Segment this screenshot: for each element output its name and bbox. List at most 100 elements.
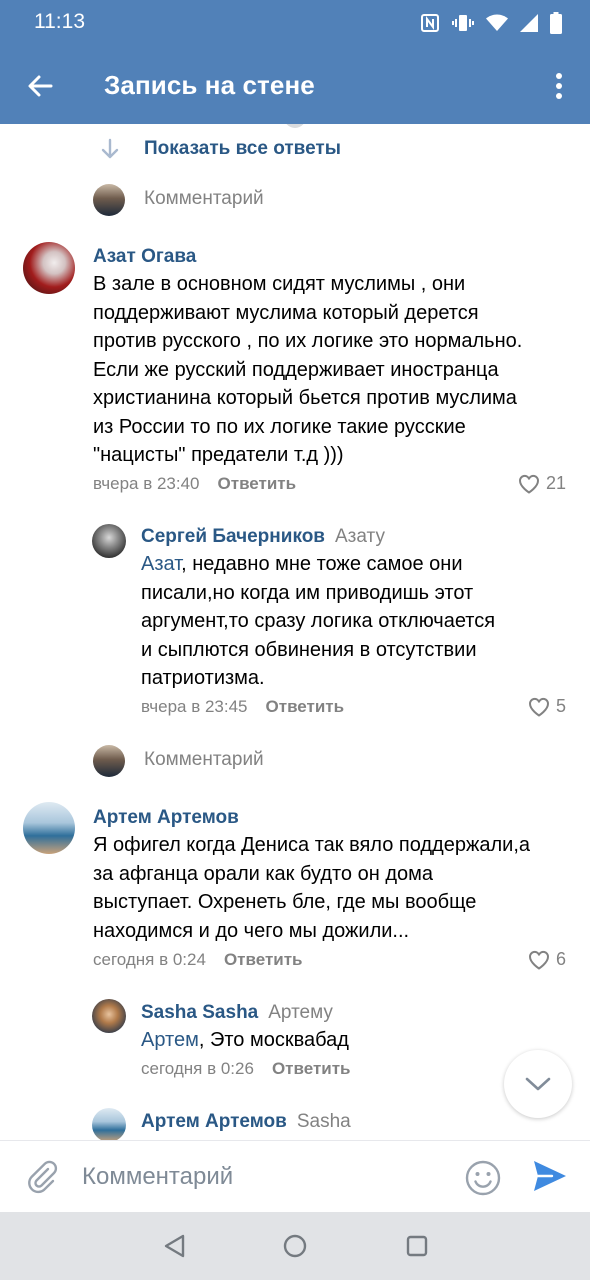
comment-text-line: за афганца орали как будто он дома <box>93 862 433 885</box>
comment-author[interactable]: Сергей Бачерников Азату <box>141 526 385 548</box>
avatar <box>284 124 306 128</box>
avatar <box>92 524 126 558</box>
comment-text: Азат, недавно мне тоже самое они писали,… <box>141 550 495 693</box>
avatar <box>23 802 75 854</box>
back-button[interactable] <box>18 64 62 108</box>
status-icons <box>420 12 562 34</box>
more-vertical-icon <box>556 73 562 99</box>
like-button[interactable]: 5 <box>528 696 566 717</box>
status-time: 11:13 <box>34 10 85 33</box>
comments-list[interactable]: Показать все ответы Комментарий Азат Ога… <box>0 124 590 1140</box>
toolbar: Запись на стене <box>0 46 590 124</box>
page-title: Запись на стене <box>104 70 315 100</box>
avatar <box>23 242 75 294</box>
comment-author-name: Артем Артемов <box>141 1111 287 1132</box>
avatar <box>93 745 125 777</box>
nav-recents-button[interactable] <box>401 1230 433 1262</box>
comment-meta: вчера в 23:45 Ответить <box>141 697 344 717</box>
mention-link[interactable]: Артем <box>141 1029 199 1051</box>
comment-meta: вчера в 23:40 Ответить <box>93 474 296 494</box>
comment-text-line: "нацисты" предатели т.д ))) <box>93 444 344 466</box>
comment-composer <box>0 1140 590 1212</box>
comment-author-name: Сергей Бачерников <box>141 526 325 547</box>
send-icon <box>534 1161 566 1191</box>
more-menu-button[interactable] <box>542 66 576 106</box>
comment-author[interactable]: Артем Артемов Sasha <box>141 1111 351 1133</box>
smile-icon <box>465 1160 501 1196</box>
reply-button[interactable]: Ответить <box>272 1059 351 1078</box>
comment-text-line: Артем, Это москвабад <box>141 1026 349 1055</box>
comment-text-line: из России то по их логике такие русские <box>93 415 466 438</box>
reply-target[interactable]: Sasha <box>297 1111 351 1132</box>
comment-author[interactable]: Артем Артемов <box>93 807 239 829</box>
comment-text: Я офигел когда Дениса так вяло поддержал… <box>93 831 530 945</box>
avatar <box>92 1108 126 1140</box>
heart-icon <box>529 697 549 716</box>
comment-input[interactable] <box>82 1157 442 1197</box>
paperclip-icon <box>28 1160 58 1194</box>
comment-text-line: и сыплются обвинения в отсутствии <box>141 638 477 661</box>
status-bar: 11:13 <box>0 0 590 46</box>
show-all-replies-link[interactable]: Показать все ответы <box>144 138 341 160</box>
comment-text-line: поддерживают муслима который дерется <box>93 301 479 324</box>
comment-text-line: против русского , по их логике это норма… <box>93 330 523 352</box>
comment-time: вчера в 23:45 <box>141 697 248 716</box>
arrow-back-icon <box>28 75 53 97</box>
system-navigation-bar <box>0 1212 590 1280</box>
comment-meta: сегодня в 0:26 Ответить <box>141 1059 351 1079</box>
comment-text-fragment: , Это москвабад <box>198 1029 349 1051</box>
comment-text-line: В зале в основном сидят муслимы , они <box>93 273 466 295</box>
reply-comment-prompt[interactable]: Комментарий <box>144 749 264 771</box>
arrow-down-icon <box>100 138 120 165</box>
send-button[interactable] <box>532 1159 570 1197</box>
comment-time: сегодня в 0:24 <box>93 950 206 969</box>
chevron-down-icon <box>525 1077 551 1091</box>
reply-target[interactable]: Азату <box>335 526 385 547</box>
heart-icon <box>519 474 539 493</box>
comment-time: вчера в 23:40 <box>93 474 200 493</box>
mention-link[interactable]: Азат <box>141 553 181 575</box>
comment-author-name: Sasha Sasha <box>141 1002 259 1023</box>
comment-time: сегодня в 0:26 <box>141 1059 254 1078</box>
battery-icon <box>550 12 562 34</box>
comment-text-line: писали,но когда им приводишь этот <box>141 581 474 604</box>
reply-comment-prompt[interactable]: Комментарий <box>144 188 264 210</box>
triangle-back-icon <box>164 1234 185 1258</box>
comment-text-line: христианина который бьется против муслим… <box>93 387 517 409</box>
comment-text-line: Я офигел когда Дениса так вяло поддержал… <box>93 834 530 856</box>
comment-text-line: выступает. Охренеть бле, где мы вообще <box>93 891 477 913</box>
comment-text: В зале в основном сидят муслимы , они по… <box>93 270 522 470</box>
comment-text-line: находимся и до чего мы дожили... <box>93 919 410 942</box>
like-button[interactable]: 21 <box>518 473 566 494</box>
comment-author[interactable]: Азат Огава <box>93 246 196 268</box>
heart-icon <box>529 950 549 969</box>
comment-text-line: Если же русский поддерживает иностранца <box>93 358 499 381</box>
reply-target[interactable]: Артему <box>268 1002 333 1023</box>
wifi-icon <box>486 14 508 32</box>
avatar <box>93 184 125 216</box>
signal-icon <box>520 14 538 32</box>
scroll-down-button[interactable] <box>504 1050 572 1118</box>
like-count: 6 <box>556 949 567 969</box>
nfc-icon <box>420 13 440 33</box>
square-recents-icon <box>406 1235 428 1257</box>
comment-text: Артем, Это москвабад <box>141 1026 349 1055</box>
comment-author[interactable]: Sasha Sasha Артему <box>141 1002 333 1024</box>
nav-back-button[interactable] <box>158 1230 190 1262</box>
emoji-button[interactable] <box>464 1159 502 1197</box>
circle-home-icon <box>283 1234 307 1258</box>
avatar <box>92 999 126 1033</box>
like-count: 21 <box>546 473 567 493</box>
comment-text-fragment: , недавно мне тоже самое они <box>181 553 463 575</box>
attach-button[interactable] <box>22 1157 62 1197</box>
reply-button[interactable]: Ответить <box>224 950 303 969</box>
reply-button[interactable]: Ответить <box>218 474 297 493</box>
nav-home-button[interactable] <box>279 1230 311 1262</box>
comment-text-line: патриотизма. <box>141 667 265 689</box>
like-button[interactable]: 6 <box>528 949 566 970</box>
app-header: 11:13 Запись на стене <box>0 0 590 124</box>
comment-meta: сегодня в 0:24 Ответить <box>93 950 303 970</box>
reply-button[interactable]: Ответить <box>266 697 345 716</box>
comment-text-line: Азат, недавно мне тоже самое они <box>141 550 495 579</box>
vibrate-icon <box>452 13 474 33</box>
